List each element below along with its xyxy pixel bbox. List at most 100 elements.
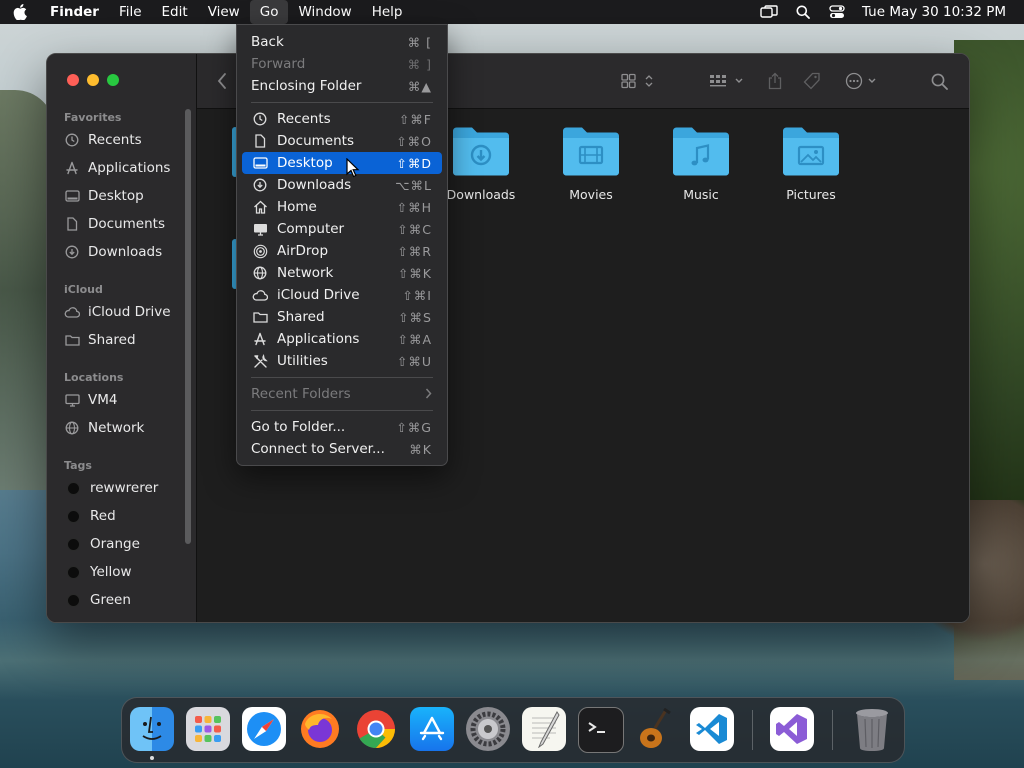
sidebar-item-desktop[interactable]: Desktop — [64, 184, 144, 208]
clock-icon — [64, 132, 80, 148]
menu-view[interactable]: View — [198, 0, 250, 24]
sidebar-item-applications[interactable]: Applications — [64, 156, 170, 180]
menu-item-shortcut: ⌘▲ — [407, 78, 432, 94]
go-menu-computer[interactable]: Computer ⇧⌘C — [242, 218, 442, 240]
go-menu-shared[interactable]: Shared ⇧⌘S — [242, 306, 442, 328]
sidebar-section-locations: Locations — [64, 371, 124, 384]
sidebar-item-label: Desktop — [88, 188, 144, 204]
safari-icon[interactable] — [242, 707, 286, 751]
utilities-icon — [252, 353, 268, 369]
menu-item-label: Desktop — [277, 155, 333, 171]
folder-label: Pictures — [786, 187, 836, 202]
share-icon[interactable] — [767, 70, 783, 92]
back-chevron-icon[interactable] — [217, 70, 227, 92]
sidebar-tag-yellow[interactable]: Yellow — [64, 560, 132, 584]
sidebar-item-shared[interactable]: Shared — [64, 328, 136, 352]
clock-icon — [252, 111, 268, 127]
go-menu-connect-to-server[interactable]: Connect to Server... ⌘K — [242, 438, 442, 460]
folder-pictures[interactable]: Pictures — [766, 125, 856, 202]
more-actions-icon[interactable] — [845, 70, 879, 92]
sidebar-item-documents[interactable]: Documents — [64, 212, 165, 236]
shared-folder-icon — [252, 309, 268, 325]
download-icon — [252, 177, 268, 193]
menu-item-shortcut: ⇧⌘I — [402, 287, 432, 303]
sidebar-item-label: Yellow — [90, 564, 132, 580]
menu-finder[interactable]: Finder — [40, 0, 109, 24]
menu-item-shortcut: ⇧⌘K — [397, 265, 432, 281]
desktop-icon — [252, 155, 268, 171]
sidebar-item-vm4[interactable]: VM4 — [64, 388, 117, 412]
folder-music[interactable]: Music — [656, 125, 746, 202]
sidebar-item-downloads[interactable]: Downloads — [64, 240, 162, 264]
folder-movies[interactable]: Movies — [546, 125, 636, 202]
menu-edit[interactable]: Edit — [152, 0, 198, 24]
go-menu-forward[interactable]: Forward ⌘ ] — [242, 53, 442, 75]
go-menu-utilities[interactable]: Utilities ⇧⌘U — [242, 350, 442, 372]
launchpad-icon[interactable] — [186, 707, 230, 751]
menu-help[interactable]: Help — [362, 0, 413, 24]
zoom-window-button[interactable] — [107, 74, 119, 86]
go-menu-enclosing-folder[interactable]: Enclosing Folder ⌘▲ — [242, 75, 442, 97]
app-store-icon[interactable] — [410, 707, 454, 751]
dock — [121, 697, 905, 763]
go-menu-desktop[interactable]: Desktop ⇧⌘D — [242, 152, 442, 174]
go-menu-dropdown: Back ⌘ [ Forward ⌘ ] Enclosing Folder ⌘▲ Re… — [236, 24, 448, 466]
textedit-icon[interactable] — [522, 707, 566, 751]
screen-mirroring-icon[interactable] — [752, 0, 786, 24]
apple-menu-icon[interactable] — [0, 0, 40, 24]
menu-bar-clock[interactable]: Tue May 30 10:32 PM — [854, 4, 1024, 20]
sidebar-item-label: Red — [90, 508, 116, 524]
tag-color-dot — [67, 565, 80, 579]
folder-downloads[interactable]: Downloads — [436, 125, 526, 202]
system-settings-icon[interactable] — [466, 707, 510, 751]
firefox-icon[interactable] — [298, 707, 342, 751]
tag-icon[interactable] — [803, 70, 821, 92]
running-indicator — [150, 756, 154, 760]
go-menu-go-to-folder[interactable]: Go to Folder... ⇧⌘G — [242, 416, 442, 438]
go-menu-recent-folders[interactable]: Recent Folders — [242, 383, 442, 405]
control-center-icon[interactable] — [820, 0, 854, 24]
sidebar-item-label: Network — [88, 420, 145, 436]
go-menu-recents[interactable]: Recents ⇧⌘F — [242, 108, 442, 130]
menu-item-label: Go to Folder... — [251, 419, 346, 435]
sidebar-item-icloud-drive[interactable]: iCloud Drive — [64, 300, 171, 324]
applications-icon — [252, 331, 268, 347]
go-menu-airdrop[interactable]: AirDrop ⇧⌘R — [242, 240, 442, 262]
sidebar-scrollbar[interactable] — [185, 109, 191, 544]
finder-icon[interactable] — [130, 707, 174, 751]
minimize-window-button[interactable] — [87, 74, 99, 86]
view-grid-icon[interactable] — [621, 70, 657, 92]
group-by-icon[interactable] — [709, 70, 745, 92]
sidebar-tag-rewwrerer[interactable]: rewwrerer — [64, 476, 158, 500]
search-icon[interactable] — [931, 70, 948, 92]
sidebar-item-recents[interactable]: Recents — [64, 128, 142, 152]
go-menu-network[interactable]: Network ⇧⌘K — [242, 262, 442, 284]
go-menu-documents[interactable]: Documents ⇧⌘O — [242, 130, 442, 152]
sidebar-tag-green[interactable]: Green — [64, 588, 131, 612]
go-menu-back[interactable]: Back ⌘ [ — [242, 31, 442, 53]
go-menu-icloud-drive[interactable]: iCloud Drive ⇧⌘I — [242, 284, 442, 306]
sidebar-tag-red[interactable]: Red — [64, 504, 116, 528]
visual-studio-icon[interactable] — [770, 707, 814, 751]
menu-separator — [251, 102, 433, 103]
menu-window[interactable]: Window — [288, 0, 361, 24]
close-window-button[interactable] — [67, 74, 79, 86]
mouse-cursor-icon — [346, 157, 360, 182]
go-menu-applications[interactable]: Applications ⇧⌘A — [242, 328, 442, 350]
sidebar-item-network[interactable]: Network — [64, 416, 144, 440]
menu-file[interactable]: File — [109, 0, 152, 24]
garageband-icon[interactable] — [634, 707, 678, 751]
menu-item-shortcut: ⇧⌘F — [398, 111, 432, 127]
sidebar-tag-orange[interactable]: Orange — [64, 532, 140, 556]
go-menu-home[interactable]: Home ⇧⌘H — [242, 196, 442, 218]
spotlight-search-icon[interactable] — [786, 0, 820, 24]
trash-icon[interactable] — [850, 707, 894, 751]
menu-go[interactable]: Go — [249, 0, 289, 24]
sidebar-item-label: iCloud Drive — [88, 304, 171, 320]
menu-item-label: Recents — [277, 111, 331, 127]
go-menu-downloads[interactable]: Downloads ⌥⌘L — [242, 174, 442, 196]
terminal-icon[interactable] — [578, 707, 624, 753]
vscode-icon[interactable] — [690, 707, 734, 751]
chrome-icon[interactable] — [354, 707, 398, 751]
finder-sidebar: Favorites Recents Applications Desktop D… — [47, 54, 197, 622]
